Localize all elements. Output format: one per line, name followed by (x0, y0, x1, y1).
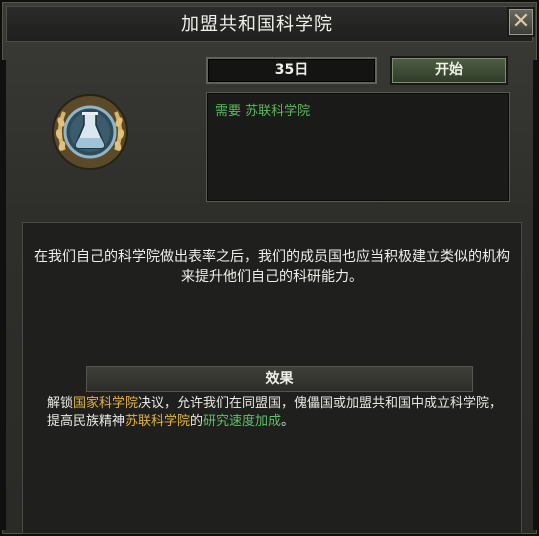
effect-header: 效果 (86, 366, 473, 392)
effect-part-3: 的 (190, 414, 204, 429)
effect-link-national-academy[interactable]: 国家科学院 (73, 396, 138, 411)
close-x-icon: ✕ (511, 9, 531, 34)
close-button[interactable]: ✕ (507, 7, 535, 37)
science-flask-laurel-icon (50, 92, 130, 172)
decision-description: 在我们自己的科学院做出表率之后，我们的成员国也应当积极建立类似的机构来提升他们自… (34, 249, 510, 285)
start-button[interactable]: 开始 (390, 56, 508, 85)
effect-research-speed: 研究速度加成 (203, 414, 282, 429)
effect-part-4: 。 (281, 414, 295, 429)
requirements-box: 需要 苏联科学院 (206, 92, 510, 202)
title-bar: 加盟共和国科学院 (6, 6, 533, 42)
right-edge-decoration (533, 60, 539, 530)
left-edge-decoration (0, 60, 6, 530)
effect-part-1: 解锁 (47, 396, 74, 411)
requirement-prefix: 需要 (215, 104, 246, 119)
duration-display: 35日 (206, 57, 377, 84)
effect-link-soviet-academy[interactable]: 苏联科学院 (125, 414, 190, 429)
window-title: 加盟共和国科学院 (181, 14, 333, 35)
effect-text: 解锁国家科学院决议，允许我们在同盟国，傀儡国或加盟共和国中成立科学院，提高民族精… (47, 395, 507, 431)
requirement-name: 苏联科学院 (245, 104, 311, 119)
